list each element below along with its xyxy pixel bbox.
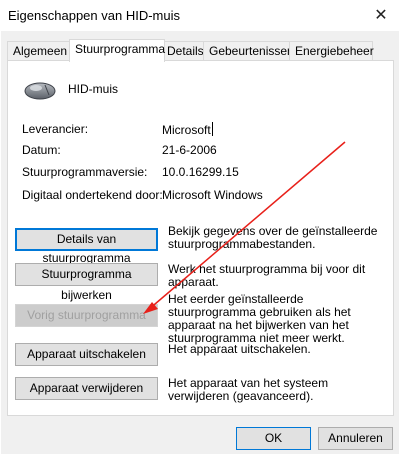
- tab-details[interactable]: Details: [161, 41, 207, 61]
- driver-details-description: Bekijk gegevens over de geïnstalleerde s…: [168, 224, 378, 251]
- roll-back-driver-description: Het eerder geïnstalleerde stuurprogramma…: [168, 292, 351, 345]
- date-value: 21-6-2006: [162, 143, 217, 157]
- mouse-icon: [24, 82, 56, 100]
- window-title: Eigenschappen van HID-muis: [8, 8, 180, 23]
- vendor-value: Microsoft: [162, 122, 213, 137]
- uninstall-device-button[interactable]: Apparaat verwijderen: [15, 377, 158, 400]
- driver-tab-panel: HID-muis Leverancier: Microsoft Datum: 2…: [7, 60, 394, 416]
- ok-button[interactable]: OK: [236, 427, 311, 450]
- vendor-label: Leverancier:: [22, 122, 89, 136]
- update-driver-button[interactable]: Stuurprogramma bijwerken: [15, 263, 158, 302]
- driver-details-button[interactable]: Details van stuurprogramma: [15, 228, 158, 265]
- tab-general[interactable]: Algemeen: [7, 41, 71, 61]
- disable-device-button[interactable]: Apparaat uitschakelen: [15, 343, 158, 366]
- signer-value: Microsoft Windows: [162, 188, 263, 202]
- tab-power-management[interactable]: Energiebeheer: [289, 41, 374, 61]
- driver-version-label: Stuurprogrammaversie:: [22, 165, 148, 179]
- close-icon: ✕: [374, 7, 388, 24]
- title-bar: Eigenschappen van HID-muis ✕: [0, 0, 400, 31]
- update-driver-description: Werk het stuurprogramma bij voor dit app…: [168, 262, 366, 289]
- driver-version-value: 10.0.16299.15: [162, 165, 239, 179]
- device-name: HID-muis: [68, 82, 118, 96]
- roll-back-driver-button[interactable]: Vorig stuurprogramma: [15, 304, 158, 327]
- tab-driver[interactable]: Stuurprogramma: [69, 39, 165, 62]
- uninstall-device-description: Het apparaat van het systeem verwijderen…: [168, 376, 329, 403]
- close-button[interactable]: ✕: [362, 0, 400, 31]
- cancel-button[interactable]: Annuleren: [318, 427, 393, 450]
- disable-device-description: Het apparaat uitschakelen.: [168, 342, 311, 356]
- tab-events[interactable]: Gebeurtenissen: [203, 41, 294, 61]
- signer-label: Digitaal ondertekend door:: [22, 188, 163, 202]
- date-label: Datum:: [22, 143, 61, 157]
